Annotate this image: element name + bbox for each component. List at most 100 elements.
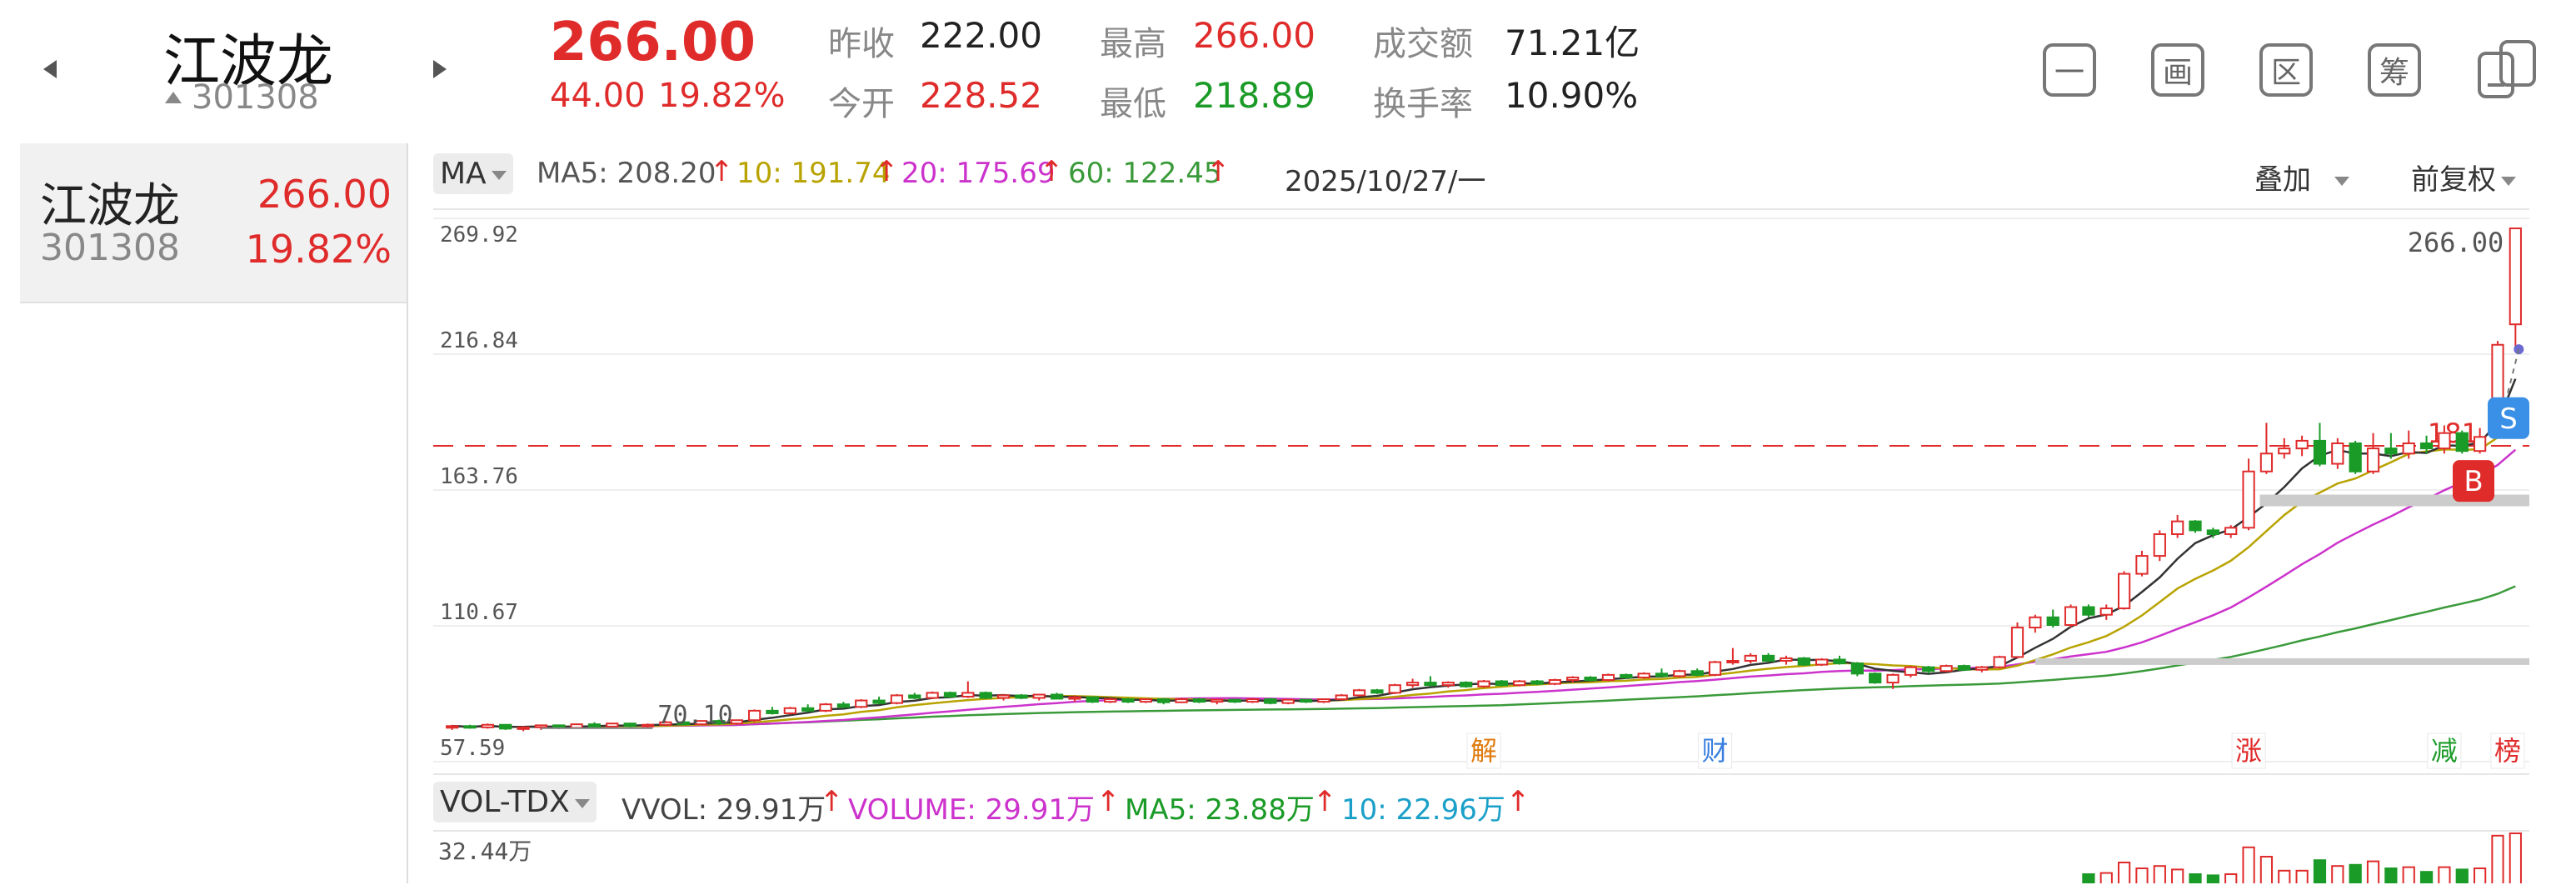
volume-bar [2491,834,2504,883]
low-price-label: 70.10 [657,701,732,730]
prev-stock-icon[interactable] [43,60,57,78]
stat-value-prev-close: 222.00 [920,15,1042,56]
list-item[interactable]: 江波龙 266.00 301308 19.82% [20,143,407,303]
volume-bar [2331,865,2344,883]
candle-body [1192,698,1206,703]
volume-bar [2135,868,2149,883]
volume-bar [2509,832,2522,883]
indicator-select[interactable]: MA [433,153,513,194]
candle-body [1922,666,1935,672]
vol-ma5-value: MA5: 23.88万 [1125,793,1315,827]
volume-bar [2455,868,2469,883]
candle-body [1246,698,1260,703]
list-item-code: 301308 [40,227,180,269]
caret-down-icon [2501,177,2516,186]
candle-body [1317,698,1330,703]
candle-body [2206,529,2219,535]
candle-body [1460,682,1473,688]
vvol-value: VVOL: 29.91万 [622,793,826,827]
caret-down-icon [574,798,590,808]
list-item-name: 江波龙 [40,179,180,233]
arrow-up-icon: ↑ [875,155,899,188]
candle-body [499,723,512,730]
quote-header: 江波龙 301308 266.00 44.00 19.82% 昨收 222.00… [0,0,2576,142]
change-percent: 19.82% [658,77,786,115]
candle-body [1869,672,1882,684]
candle-body [2278,448,2291,455]
minimize-glyph: 一 [2054,56,2084,90]
candle-body [2046,616,2059,626]
watchlist-panel: 江波龙 266.00 301308 19.82% [20,143,408,883]
volume-bar [2474,868,2487,883]
chip-icon[interactable]: 筹 [2368,43,2421,97]
last-price-label: 266.00 [2408,227,2504,258]
candle-body [872,699,886,704]
picture-icon[interactable]: 画 [2151,43,2204,97]
candle-body [1655,672,1669,678]
candle-body [2474,436,2487,452]
candle-body [446,725,459,729]
candle-body [2064,606,2078,626]
candle-body [534,724,548,728]
candle-body [1566,676,1580,682]
adjust-button[interactable]: 前复权 [2411,157,2516,198]
volume-bar [2099,872,2113,883]
candle-body [890,694,904,704]
picture-glyph: 画 [2162,56,2193,90]
volume-bar [2259,856,2274,883]
candle-body [2509,228,2522,326]
next-stock-icon[interactable] [433,60,447,78]
volume-bar [2082,873,2095,883]
candle-body [996,694,1011,699]
candle-body [1584,676,1597,682]
candle-body [606,722,619,728]
change-amount: 44.00 [550,77,646,115]
volume-header: VOL-TDX VVOL: 29.91万 ↑ VOLUME: 29.91万 ↑ … [433,782,2566,827]
triangle-up-icon [165,92,182,103]
candle-body [1780,657,1793,662]
candle-body [2029,616,2042,629]
kline-chart[interactable]: 181 266.00SB70.10 解财涨减榜 269.92216.84163.… [433,208,2533,775]
list-item-price: 266.00 [257,172,392,217]
volume-chart[interactable] [433,830,2533,883]
candle-body [1530,680,1544,685]
region-icon[interactable]: 区 [2259,43,2313,97]
volume-bar [2295,869,2309,883]
candle-body [1815,658,1829,666]
indicator-label: MA [440,157,487,191]
event-marker-label: 榜 [2494,735,2521,767]
arrow-up-icon: ↑ [1313,785,1337,818]
candle-body [1228,698,1241,703]
candle-body [766,709,779,714]
candle-body [1175,698,1188,703]
candle-body [2259,452,2274,472]
stat-label-prev-close: 昨收 [828,25,895,63]
stat-value-high: 266.00 [1193,15,1315,56]
candle-body [1477,680,1490,688]
volume-value: VOLUME: 29.91万 [848,793,1095,827]
volume-indicator-select[interactable]: VOL-TDX [433,782,597,822]
candle-body [1975,666,1989,671]
candle-body [1211,698,1224,703]
device-switch-icon[interactable] [2476,37,2538,100]
candle-body [1744,654,1757,662]
minimize-icon[interactable]: 一 [2043,43,2096,97]
candle-body [1157,698,1171,703]
volume-bar [2242,846,2255,883]
candle-body [979,692,992,699]
overlay-button[interactable]: 叠加 [2254,157,2349,198]
volume-bar [2153,865,2166,883]
y-axis-tick-label: 57.59 [440,736,505,761]
candle-body [2010,627,2024,658]
candle-body [926,692,939,699]
candle-body [1335,694,1348,701]
arrow-up-icon: ↑ [1096,785,1121,818]
volume-bar [2349,863,2362,883]
kline-header: MA MA5: 208.20 ↑ 10: 191.74 ↑ 20: 175.69… [433,153,2566,198]
candle-body [2331,442,2344,465]
candle-body [783,707,796,714]
volume-bar [2206,874,2219,883]
y-axis-tick-label: 163.76 [440,464,518,489]
candle-body [2224,527,2238,535]
candle-body [463,725,477,729]
